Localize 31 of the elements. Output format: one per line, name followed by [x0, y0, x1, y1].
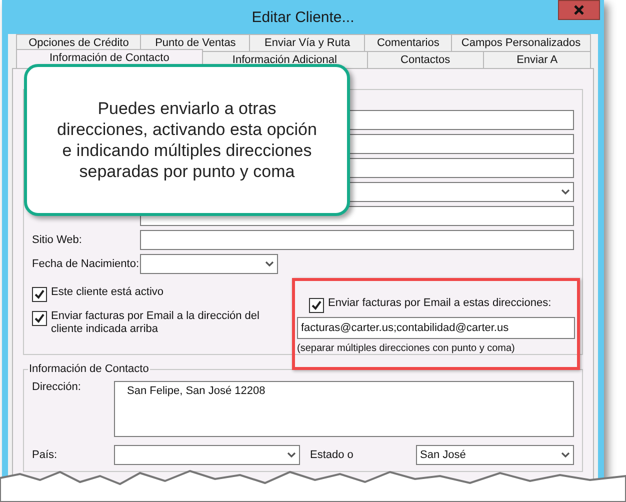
field-label: Estado o	[309, 449, 354, 461]
tab[interactable]: Campos Personalizados	[451, 34, 591, 51]
field-label: Sitio Web:	[32, 234, 83, 246]
dropdown-field[interactable]	[114, 445, 300, 465]
tab[interactable]: Enviar A	[483, 51, 591, 68]
checkbox-label: Enviar facturas por Email a la dirección del cliente indicada arriba	[51, 310, 260, 336]
close-icon	[573, 5, 585, 15]
dropdown-value: San José	[420, 449, 466, 461]
chevron-down-icon	[561, 189, 570, 195]
checkbox[interactable]	[309, 298, 324, 313]
address-field[interactable]: San Felipe, San José 12208	[114, 381, 574, 437]
chevron-down-icon	[287, 452, 296, 458]
close-button[interactable]	[558, 0, 600, 20]
tab[interactable]: Enviar Vía y Ruta	[249, 34, 366, 51]
callout-tooltip: Puedes enviarlo a otras direcciones, activando esta opción e indicando múltiples direcciones separadas por punto y coma	[24, 64, 350, 216]
checkbox[interactable]	[32, 287, 47, 302]
checkbox-label: Enviar facturas por Email a estas direcciones:	[328, 297, 552, 310]
checkbox[interactable]	[32, 311, 47, 326]
chevron-down-icon	[265, 261, 274, 267]
field-label: Fecha de Nacimiento:	[32, 258, 140, 270]
field-label: Dirección:	[32, 381, 82, 395]
dropdown-field[interactable]: San José	[416, 445, 574, 465]
hint-text: (separar múltiples direcciones con punto y coma)	[297, 343, 516, 354]
field-label: País:	[32, 449, 58, 461]
window-title: Editar Cliente...	[252, 8, 354, 26]
email-field[interactable]: facturas@carter.us;contabilidad@carter.us	[297, 317, 575, 339]
chevron-down-icon	[561, 452, 570, 458]
checkbox-label: Este cliente está activo	[51, 286, 164, 299]
group-title: Información de Contacto	[28, 363, 150, 375]
date-field[interactable]	[140, 254, 278, 274]
input-field[interactable]	[140, 230, 574, 250]
